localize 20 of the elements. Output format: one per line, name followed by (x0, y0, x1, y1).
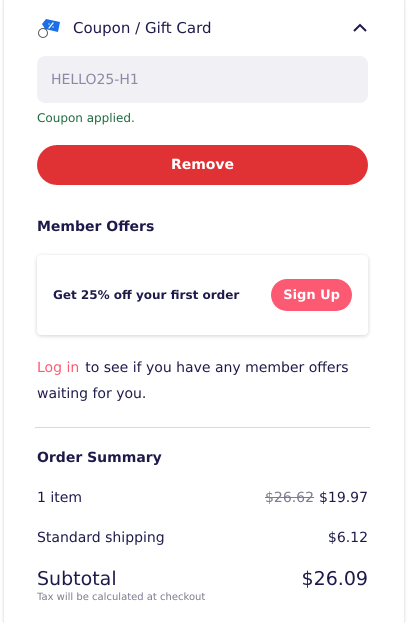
sign-up-button[interactable]: Sign Up (271, 279, 352, 311)
offer-text: Get 25% off your first order (53, 288, 240, 302)
original-price: $26.62 (265, 490, 314, 506)
tax-note: Tax will be calculated at checkout (37, 592, 206, 603)
subtotal-price: $26.09 (302, 568, 368, 592)
coupon-title: Coupon / Gift Card (73, 19, 213, 37)
price-tag-icon (37, 16, 63, 40)
chevron-icon[interactable] (352, 23, 368, 33)
login-message: Log in to see if you have any member offers waiting for you. (37, 359, 350, 404)
order-summary-heading: Order Summary (37, 450, 163, 466)
remove-button[interactable]: Remove (37, 145, 368, 185)
summary-label: 1 item (37, 490, 82, 506)
coupon-code-field[interactable]: HELLO25-H1 (37, 56, 368, 103)
summary-price: $6.12 (328, 530, 368, 546)
member-offers-heading: Member Offers (37, 219, 156, 235)
coupon-status: Coupon applied. (37, 111, 136, 125)
login-link[interactable]: Log in (37, 360, 80, 376)
summary-label: Standard shipping (37, 530, 165, 546)
summary-price: $19.97 (319, 490, 368, 506)
subtotal-label: Subtotal (37, 568, 118, 590)
